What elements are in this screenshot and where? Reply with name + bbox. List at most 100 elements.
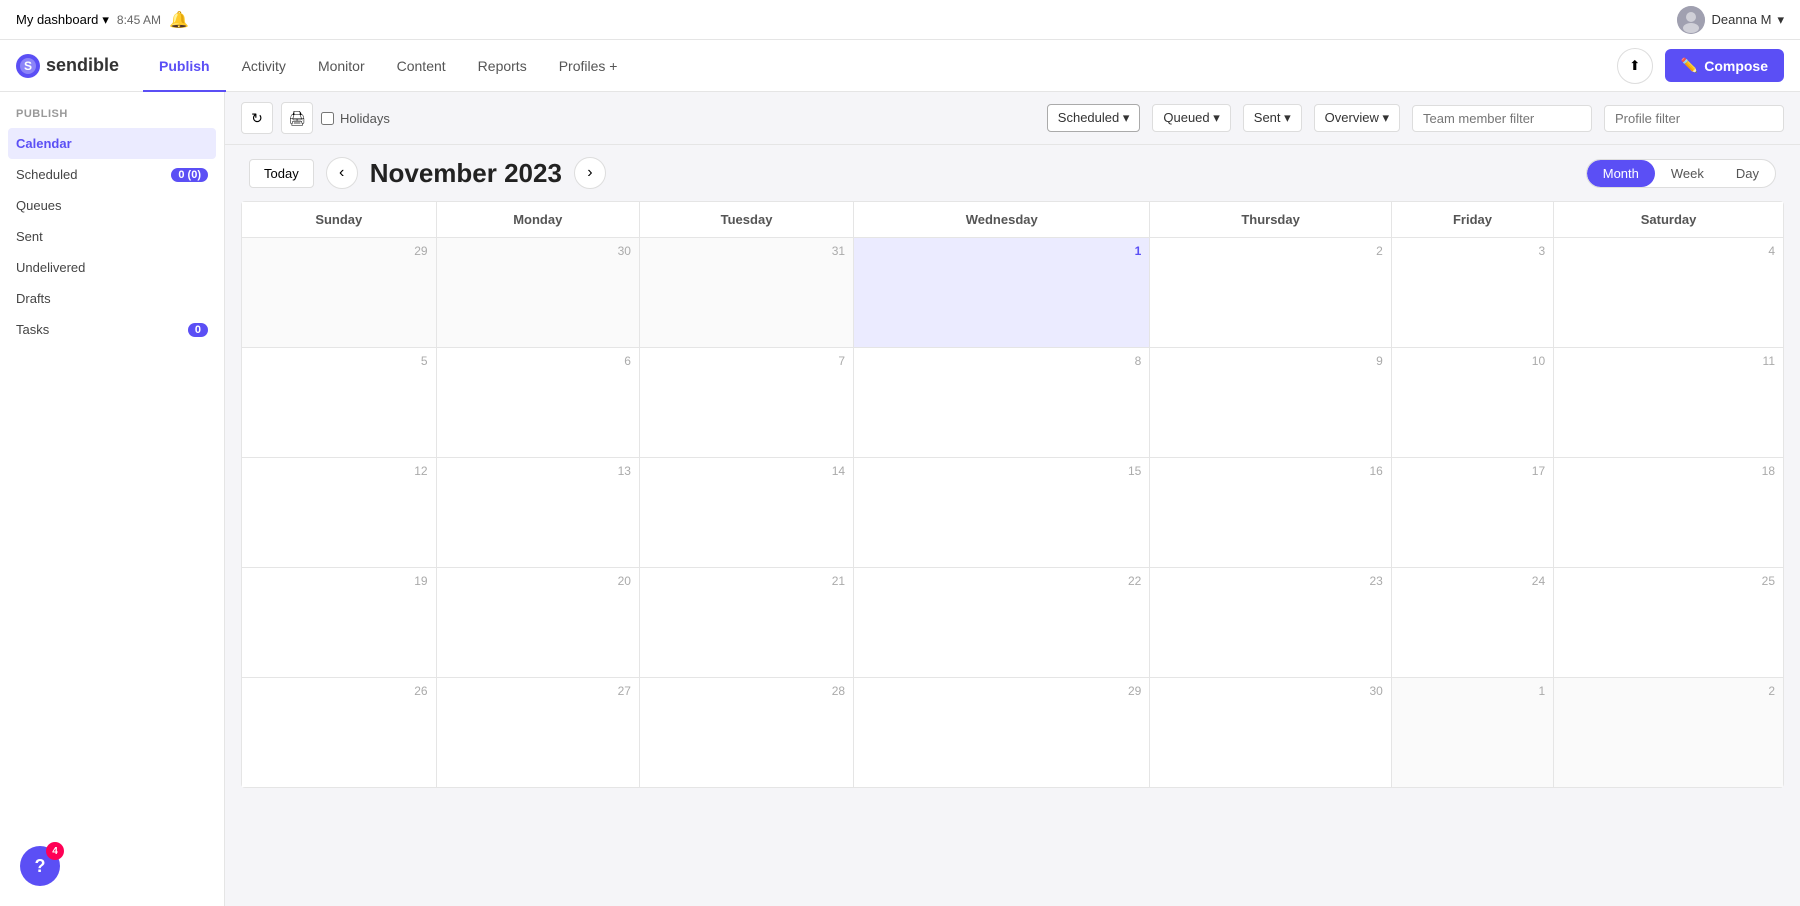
- day-view-button[interactable]: Day: [1720, 160, 1775, 187]
- dropdown-arrow: ▾: [102, 12, 109, 28]
- calendar-cell[interactable]: 29: [854, 678, 1150, 788]
- help-button[interactable]: ? 4: [20, 846, 60, 886]
- day-number: 13: [445, 464, 631, 478]
- calendar-cell[interactable]: 28: [639, 678, 853, 788]
- today-label: Today: [264, 166, 299, 181]
- sidebar-item-calendar[interactable]: Calendar: [8, 128, 216, 159]
- day-number: 2: [1158, 244, 1382, 258]
- calendar-cell[interactable]: 23: [1150, 568, 1391, 678]
- calendar-cell[interactable]: 17: [1391, 458, 1553, 568]
- calendar-cell[interactable]: 1: [854, 238, 1150, 348]
- holidays-label: Holidays: [340, 111, 390, 126]
- calendar-cell[interactable]: 5: [242, 348, 437, 458]
- day-number: 19: [250, 574, 428, 588]
- calendar-cell[interactable]: 18: [1554, 458, 1784, 568]
- user-name: Deanna M: [1711, 12, 1771, 27]
- sidebar-item-queues[interactable]: Queues: [0, 190, 224, 221]
- day-number: 6: [445, 354, 631, 368]
- logo-text: sendible: [46, 55, 119, 76]
- day-number: 30: [445, 244, 631, 258]
- compose-button[interactable]: ✏️ Compose: [1665, 49, 1784, 82]
- day-number: 1: [1400, 684, 1545, 698]
- calendar-cell[interactable]: 4: [1554, 238, 1784, 348]
- sidebar-item-tasks[interactable]: Tasks 0: [0, 314, 224, 345]
- calendar-cell[interactable]: 11: [1554, 348, 1784, 458]
- nav-items: Publish Activity Monitor Content Reports…: [143, 40, 633, 92]
- calendar-cell[interactable]: 30: [1150, 678, 1391, 788]
- bell-icon[interactable]: 🔔: [169, 10, 189, 30]
- logo[interactable]: S sendible: [16, 54, 119, 78]
- calendar-grid: Sunday Monday Tuesday Wednesday Thursday…: [225, 201, 1800, 906]
- calendar-cell[interactable]: 14: [639, 458, 853, 568]
- nav-item-publish[interactable]: Publish: [143, 40, 226, 92]
- scheduled-filter-button[interactable]: Scheduled ▾: [1047, 104, 1141, 132]
- calendar-cell[interactable]: 6: [436, 348, 639, 458]
- calendar-cell[interactable]: 24: [1391, 568, 1553, 678]
- sent-filter-button[interactable]: Sent ▾: [1243, 104, 1302, 132]
- col-sunday: Sunday: [242, 202, 437, 238]
- month-view-button[interactable]: Month: [1587, 160, 1655, 187]
- holidays-checkbox-input[interactable]: [321, 112, 334, 125]
- calendar-cell[interactable]: 13: [436, 458, 639, 568]
- calendar-cell[interactable]: 20: [436, 568, 639, 678]
- user-info[interactable]: Deanna M ▾: [1677, 6, 1784, 34]
- col-wednesday: Wednesday: [854, 202, 1150, 238]
- day-number: 4: [1562, 244, 1775, 258]
- calendar-cell[interactable]: 16: [1150, 458, 1391, 568]
- team-member-filter[interactable]: [1412, 105, 1592, 132]
- col-thursday: Thursday: [1150, 202, 1391, 238]
- prev-month-button[interactable]: ‹: [326, 157, 358, 189]
- compose-label: Compose: [1704, 58, 1768, 74]
- sidebar-item-label: Drafts: [16, 291, 51, 306]
- calendar-cell[interactable]: 12: [242, 458, 437, 568]
- calendar-cell[interactable]: 7: [639, 348, 853, 458]
- dashboard-label: My dashboard: [16, 12, 98, 27]
- calendar-cell[interactable]: 8: [854, 348, 1150, 458]
- calendar-cell[interactable]: 2: [1554, 678, 1784, 788]
- overview-filter-button[interactable]: Overview ▾: [1314, 104, 1400, 132]
- sidebar-item-drafts[interactable]: Drafts: [0, 283, 224, 314]
- week-view-button[interactable]: Week: [1655, 160, 1720, 187]
- calendar-cell[interactable]: 2: [1150, 238, 1391, 348]
- calendar-cell[interactable]: 21: [639, 568, 853, 678]
- day-number: 18: [1562, 464, 1775, 478]
- holidays-checkbox[interactable]: Holidays: [321, 111, 390, 126]
- nav-item-content[interactable]: Content: [381, 40, 462, 92]
- svg-text:S: S: [24, 59, 32, 73]
- upload-button[interactable]: ⬆: [1617, 48, 1653, 84]
- refresh-button[interactable]: ↻: [241, 102, 273, 134]
- day-number: 31: [648, 244, 845, 258]
- sidebar-item-sent[interactable]: Sent: [0, 221, 224, 252]
- calendar-cell[interactable]: 31: [639, 238, 853, 348]
- day-number: 15: [862, 464, 1141, 478]
- nav-item-profiles[interactable]: Profiles +: [543, 40, 634, 92]
- calendar-cell[interactable]: 29: [242, 238, 437, 348]
- next-month-button[interactable]: ›: [574, 157, 606, 189]
- day-number: 3: [1400, 244, 1545, 258]
- nav-item-reports[interactable]: Reports: [462, 40, 543, 92]
- calendar-cell[interactable]: 30: [436, 238, 639, 348]
- calendar-cell[interactable]: 15: [854, 458, 1150, 568]
- calendar-cell[interactable]: 1: [1391, 678, 1553, 788]
- sidebar-item-scheduled[interactable]: Scheduled 0 (0): [0, 159, 224, 190]
- print-button[interactable]: 🖨: [281, 102, 313, 134]
- sidebar-item-undelivered[interactable]: Undelivered: [0, 252, 224, 283]
- calendar-cell[interactable]: 3: [1391, 238, 1553, 348]
- calendar-cell[interactable]: 10: [1391, 348, 1553, 458]
- calendar-cell[interactable]: 26: [242, 678, 437, 788]
- topbar-right: Deanna M ▾: [1677, 6, 1784, 34]
- col-monday: Monday: [436, 202, 639, 238]
- calendar-cell[interactable]: 27: [436, 678, 639, 788]
- day-number: 30: [1158, 684, 1382, 698]
- profile-filter[interactable]: [1604, 105, 1784, 132]
- dashboard-button[interactable]: My dashboard ▾: [16, 12, 109, 28]
- today-button[interactable]: Today: [249, 159, 314, 188]
- calendar-table: Sunday Monday Tuesday Wednesday Thursday…: [241, 201, 1784, 788]
- queued-filter-button[interactable]: Queued ▾: [1152, 104, 1230, 132]
- calendar-cell[interactable]: 22: [854, 568, 1150, 678]
- calendar-cell[interactable]: 19: [242, 568, 437, 678]
- nav-item-monitor[interactable]: Monitor: [302, 40, 381, 92]
- calendar-cell[interactable]: 25: [1554, 568, 1784, 678]
- nav-item-activity[interactable]: Activity: [226, 40, 302, 92]
- calendar-cell[interactable]: 9: [1150, 348, 1391, 458]
